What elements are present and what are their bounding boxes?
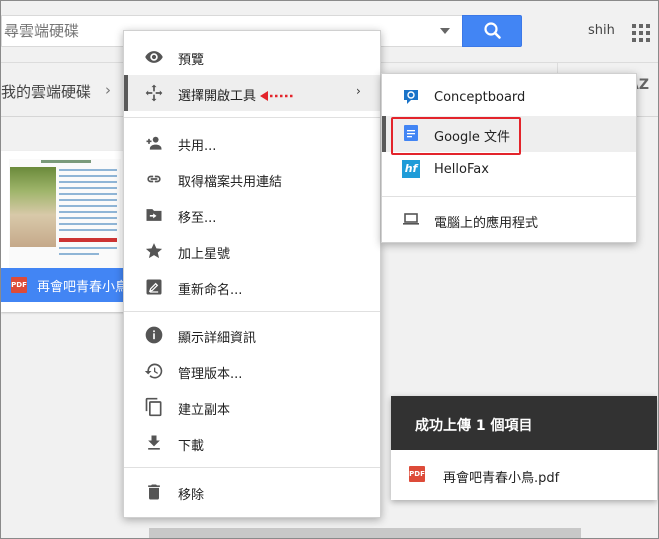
menu-label: 顯示詳細資訊 [178,331,257,346]
drive-window: shih 我的雲端硬碟 › AZ [0,0,659,539]
annotation-highlight-box [391,117,521,155]
link-icon [147,175,161,183]
breadcrumb-my-drive[interactable]: 我的雲端硬碟 [1,81,91,102]
trash-icon [148,484,160,500]
laptop-icon [403,213,419,225]
folder-move-icon [146,209,162,221]
download-icon [148,435,160,450]
menu-item-copy[interactable]: 建立副本 [124,389,380,425]
toast-file-name: 再會吧青春小鳥.pdf [443,471,560,486]
add-person-icon [146,136,162,150]
menu-label: 取得檔案共用連結 [178,175,283,190]
submenu-label: HelloFax [434,162,489,177]
menu-divider [124,311,380,312]
menu-item-remove[interactable]: 移除 [124,474,380,510]
annotation-arrow-icon [260,91,294,101]
info-icon [145,326,163,344]
pdf-icon: PDF [409,466,425,482]
submenu-label: 電腦上的應用程式 [434,216,539,231]
submenu-item-desktop-app[interactable]: 電腦上的應用程式 [382,202,636,238]
toast-title: 成功上傳 1 個項目 [415,418,533,434]
open-with-submenu: Conceptboard Google 文件 hf HelloFax 電腦上的應… [381,73,637,243]
menu-label: 重新命名... [178,283,243,298]
submenu-item-hellofax[interactable]: hf HelloFax [382,152,636,188]
menu-divider [124,467,380,468]
upload-toast: 成功上傳 1 個項目 PDF 再會吧青春小鳥.pdf [391,396,657,500]
edit-icon [146,279,162,295]
star-icon [145,243,163,259]
menu-label: 選擇開啟工具 [178,89,257,104]
menu-item-get-link[interactable]: 取得檔案共用連結 [124,161,380,197]
search-button[interactable] [462,15,522,47]
history-icon [144,363,163,379]
user-name[interactable]: shih [588,23,615,38]
conceptboard-icon [404,90,418,104]
menu-item-preview[interactable]: 預覽 [124,39,380,75]
submenu-divider [382,196,636,197]
menu-item-rename[interactable]: 重新命名... [124,269,380,305]
menu-item-details[interactable]: 顯示詳細資訊 [124,317,380,353]
pdf-icon: PDF [11,277,27,293]
eye-icon [145,51,163,63]
horizontal-scrollbar[interactable] [149,528,581,538]
submenu-arrow-icon: › [356,84,361,98]
file-name: 再會吧青春小鳥 [37,280,129,295]
menu-item-star[interactable]: 加上星號 [124,233,380,269]
move-arrows-icon [145,84,163,102]
copy-icon [145,397,162,417]
file-name-bar[interactable]: PDF 再會吧青春小鳥 [1,268,129,302]
menu-item-open-with[interactable]: 選擇開啟工具 › [124,75,380,111]
menu-label: 下載 [178,439,205,454]
menu-label: 移至... [178,211,217,226]
thumbnail-photo [10,167,56,247]
search-icon [484,22,501,39]
search-options-icon[interactable] [440,28,450,34]
menu-label: 預覽 [178,53,205,68]
menu-divider [124,117,380,118]
menu-label: 管理版本... [178,367,243,382]
toast-header: 成功上傳 1 個項目 [391,396,657,450]
submenu-label: Conceptboard [434,90,526,105]
menu-item-move-to[interactable]: 移至... [124,197,380,233]
submenu-item-conceptboard[interactable]: Conceptboard [382,80,636,116]
apps-grid-icon[interactable] [632,24,650,42]
menu-item-download[interactable]: 下載 [124,425,380,461]
menu-label: 加上星號 [178,247,231,262]
toast-file-row[interactable]: PDF 再會吧青春小鳥.pdf [391,450,657,500]
file-thumbnail [9,159,121,271]
menu-label: 共用... [178,139,217,154]
menu-item-share[interactable]: 共用... [124,125,380,161]
context-menu: 預覽 選擇開啟工具 › 共用... 取得檔案共用連結 移至... 加上星號 重新… [123,30,381,518]
menu-label: 建立副本 [178,403,231,418]
breadcrumb-chevron-icon: › [105,81,111,99]
hellofax-icon: hf [402,160,420,178]
menu-item-versions[interactable]: 管理版本... [124,353,380,389]
menu-label: 移除 [178,488,205,503]
